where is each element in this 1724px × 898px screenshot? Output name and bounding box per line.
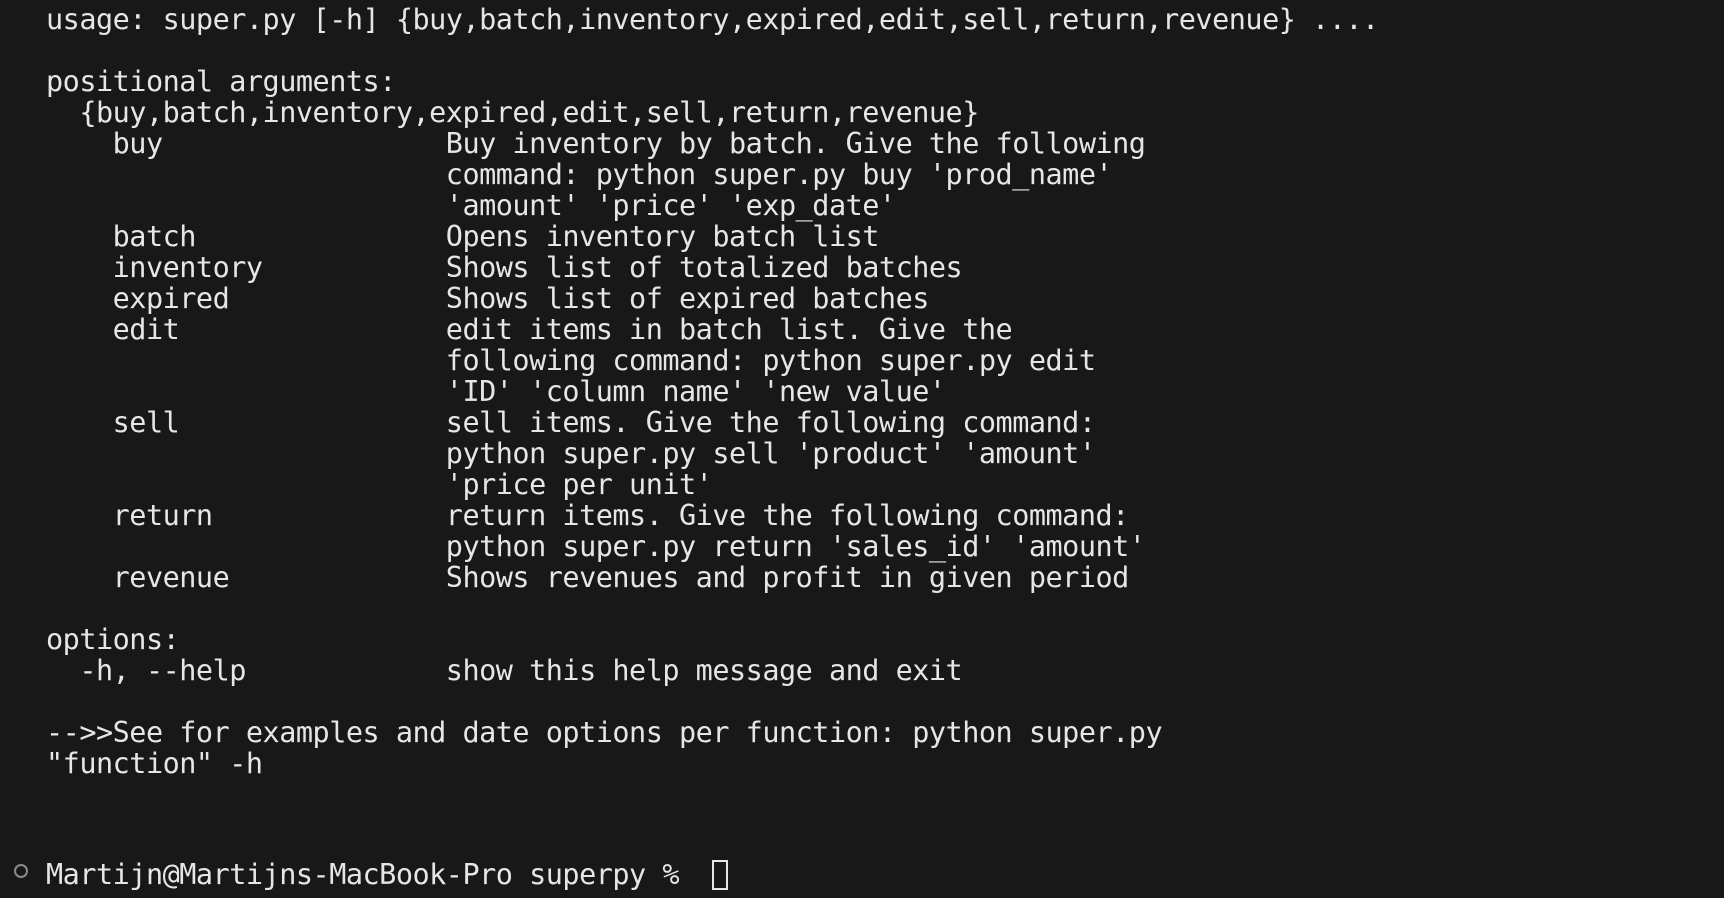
usage-line: usage: super.py [-h] {buy,batch,inventor… bbox=[46, 3, 1379, 36]
shell-prompt-line[interactable]: Martijn@Martijns-MacBook-Pro superpy % bbox=[46, 858, 728, 892]
positional-arguments-header: positional arguments: bbox=[46, 65, 396, 98]
text-cursor bbox=[711, 860, 728, 890]
epilog-line-cont: "function" -h bbox=[46, 747, 263, 780]
command-line-buy-cont: 'amount' 'price' 'exp_date' bbox=[46, 189, 896, 222]
options-header: options: bbox=[46, 623, 180, 656]
shell-prompt: Martijn@Martijns-MacBook-Pro superpy % bbox=[46, 858, 696, 891]
command-line-buy: buy Buy inventory by batch. Give the fol… bbox=[46, 127, 1146, 160]
epilog-line: -->>See for examples and date options pe… bbox=[46, 716, 1163, 749]
command-line-edit: edit edit items in batch list. Give the bbox=[46, 313, 1013, 346]
command-line-sell-cont: python super.py sell 'product' 'amount' bbox=[46, 437, 1096, 470]
command-line-edit-cont: following command: python super.py edit bbox=[46, 344, 1096, 377]
command-line-inventory: inventory Shows list of totalized batche… bbox=[46, 251, 963, 284]
command-line-edit-cont: 'ID' 'column name' 'new value' bbox=[46, 375, 946, 408]
help-option-line: -h, --help show this help message and ex… bbox=[46, 654, 963, 687]
command-line-revenue: revenue Shows revenues and profit in giv… bbox=[46, 561, 1130, 594]
command-line-return: return return items. Give the following … bbox=[46, 499, 1130, 532]
terminal-window[interactable]: usage: super.py [-h] {buy,batch,inventor… bbox=[0, 0, 1724, 898]
command-line-expired: expired Shows list of expired batches bbox=[46, 282, 930, 315]
command-line-sell: sell sell items. Give the following comm… bbox=[46, 406, 1096, 439]
command-line-return-cont: python super.py return 'sales_id' 'amoun… bbox=[46, 530, 1146, 563]
command-line-buy-cont: command: python super.py buy 'prod_name' bbox=[46, 158, 1113, 191]
subcommand-choices: {buy,batch,inventory,expired,edit,sell,r… bbox=[46, 96, 979, 129]
command-line-batch: batch Opens inventory batch list bbox=[46, 220, 880, 253]
command-line-sell-cont: 'price per unit' bbox=[46, 468, 713, 501]
command-status-circle-icon[interactable] bbox=[14, 864, 28, 878]
